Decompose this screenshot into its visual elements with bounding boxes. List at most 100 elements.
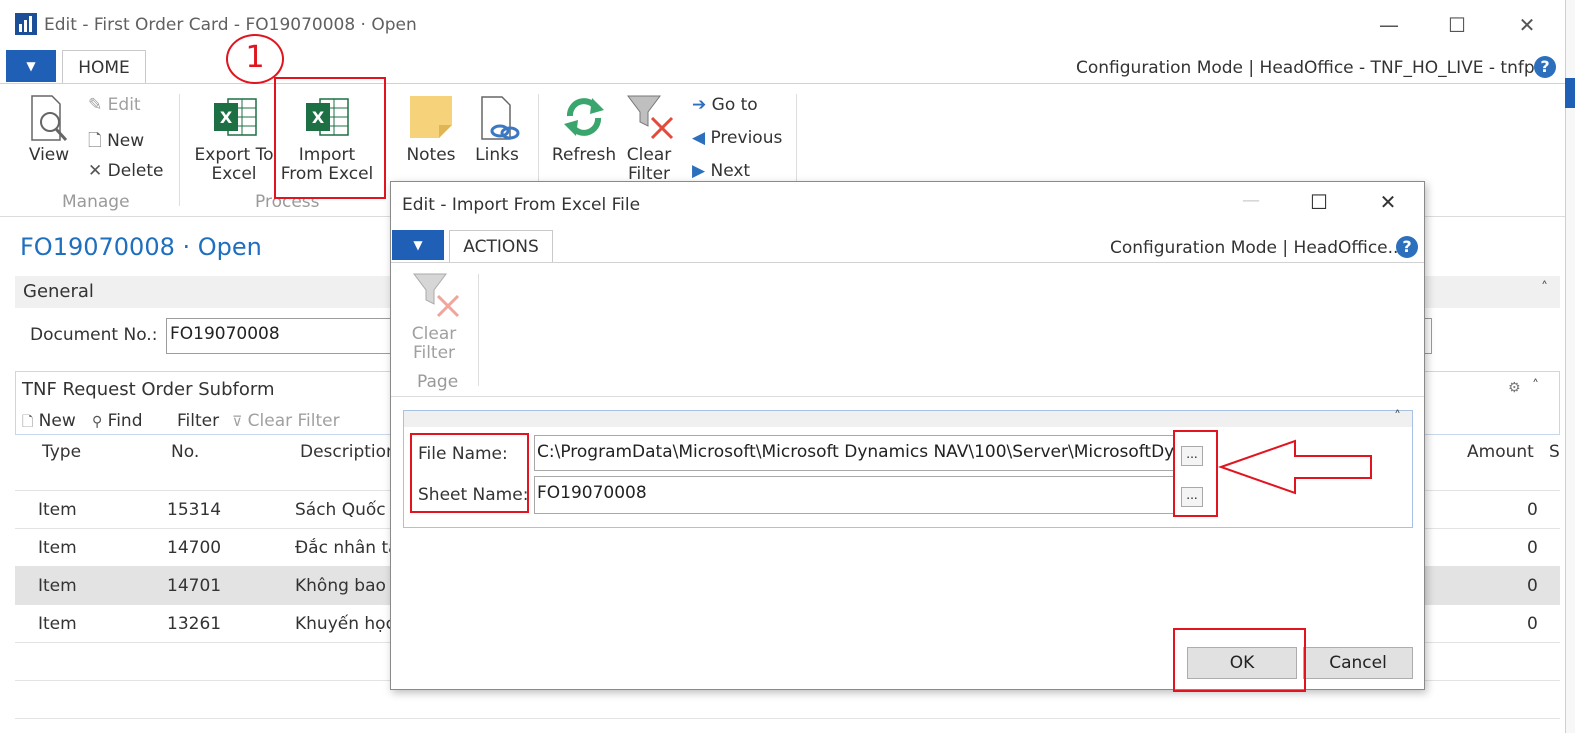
dialog-minimize-button[interactable]: — [1239, 190, 1263, 214]
export-to-excel-button[interactable]: X [212, 95, 258, 139]
excel-icon: X [306, 98, 349, 136]
cell-type: Item [38, 538, 77, 558]
refresh-button[interactable] [562, 96, 606, 138]
edit-icon: ✎ [88, 95, 103, 115]
step-number-badge: 1 [226, 34, 284, 84]
help-icon[interactable]: ? [1534, 56, 1556, 78]
dialog-close-button[interactable]: ✕ [1376, 190, 1400, 214]
binoculars-icon: ⚲ [92, 414, 103, 430]
dialog-maximize-button[interactable]: ☐ [1307, 190, 1331, 214]
new-button[interactable]: 🗋 New [88, 128, 144, 157]
file-name-label: File Name: [418, 444, 508, 464]
annotation-arrow-icon [1217, 439, 1372, 495]
page-title: FO19070008 · Open [20, 233, 262, 261]
minimize-button[interactable]: — [1374, 10, 1404, 40]
cell-type: Item [38, 576, 77, 596]
new-label: New [107, 131, 145, 151]
field-group-header[interactable] [404, 411, 1412, 427]
arrow-right-icon: ➔ [692, 95, 707, 115]
cell-description: Khuyến học [295, 614, 395, 634]
dialog-ribbon-separator [478, 274, 479, 386]
column-header-amount[interactable]: Amount [1467, 442, 1534, 462]
document-no-label: Document No.: [30, 325, 158, 345]
refresh-icon [564, 98, 604, 136]
export-label-line-2: Excel [211, 164, 257, 184]
dialog-menu-button[interactable]: ▼ [392, 230, 444, 260]
manage-group-label: Manage [62, 192, 130, 212]
nav-app-icon [14, 12, 38, 36]
notes-label: Notes [406, 145, 456, 165]
subform-clear-filter-button[interactable]: ⊽ Clear Filter [232, 411, 340, 431]
chevron-up-icon[interactable]: ˄ [1394, 409, 1401, 425]
file-name-browse-button[interactable]: ... [1181, 446, 1203, 466]
dialog-help-icon[interactable]: ? [1396, 236, 1418, 258]
gear-icon[interactable]: ⚙ [1508, 380, 1521, 396]
svg-text:X: X [220, 108, 233, 127]
import-dialog: Edit - Import From Excel File — ☐ ✕ ▼ AC… [390, 181, 1425, 692]
go-to-button[interactable]: ➔ Go to [692, 95, 758, 115]
process-group-label: Process [255, 192, 320, 212]
dialog-clear-filter-button[interactable] [412, 272, 462, 320]
cell-description: Không bao g [295, 576, 403, 596]
subform-clear-filter-label: Clear Filter [247, 411, 340, 431]
subform-new-label: New [38, 411, 76, 431]
dialog-clear-filter-label: Clear Filter [405, 325, 463, 363]
configuration-status: Configuration Mode | HeadOffice - TNF_HO… [1076, 58, 1551, 78]
ribbon-separator [179, 94, 180, 206]
cell-description: Sách Quốc g [295, 500, 402, 520]
clear-filter-icon [627, 95, 674, 140]
clear-filter-label: Clear Filter [618, 146, 680, 184]
edit-label: Edit [107, 95, 141, 115]
cell-no: 14700 [167, 538, 222, 558]
next-button[interactable]: ▶ Next [692, 161, 750, 181]
subform-title: TNF Request Order Subform [22, 379, 275, 400]
links-button[interactable] [478, 95, 522, 143]
triangle-left-icon: ◀ [692, 128, 706, 148]
document-no-field[interactable]: FO19070008 [166, 318, 396, 354]
sheet-name-field[interactable]: FO19070008 [534, 476, 1175, 514]
import-label-line-2: From Excel [280, 164, 374, 184]
window-edge [1565, 0, 1575, 733]
column-header-partial[interactable]: S [1549, 442, 1560, 462]
refresh-label: Refresh [551, 145, 617, 165]
notes-icon [410, 96, 452, 138]
sheet-name-browse-button[interactable]: ... [1181, 487, 1203, 507]
clear-filter-line-1: Clear [626, 145, 672, 165]
links-label: Links [475, 145, 519, 165]
subform-new-button[interactable]: 🗋 New [22, 411, 76, 435]
tab-actions[interactable]: ACTIONS [449, 230, 553, 263]
notes-button[interactable] [409, 95, 453, 139]
window-title: Edit - First Order Card - FO19070008 · O… [44, 15, 417, 35]
import-from-excel-button[interactable]: X [304, 95, 350, 139]
column-header-no[interactable]: No. [171, 442, 199, 462]
dialog-clear-filter-line-2: Filter [412, 343, 456, 363]
clear-filter-button[interactable] [626, 94, 676, 142]
cell-no: 14701 [167, 576, 222, 596]
tab-home[interactable]: HOME [62, 50, 146, 84]
previous-button[interactable]: ◀ Previous [692, 128, 782, 148]
view-button[interactable] [26, 94, 72, 144]
ok-button[interactable]: OK [1187, 647, 1297, 679]
edit-button[interactable]: ✎ Edit [88, 95, 141, 115]
export-label-line-1: Export To [194, 145, 274, 165]
cancel-button[interactable]: Cancel [1303, 647, 1413, 679]
maximize-button[interactable]: ☐ [1442, 10, 1472, 40]
delete-button[interactable]: ✕ Delete [88, 161, 164, 181]
new-icon: 🗋 [22, 414, 34, 430]
close-button[interactable]: ✕ [1512, 10, 1542, 40]
view-label: View [28, 145, 70, 165]
subform-filter-label: Filter [177, 411, 220, 431]
background-window-edge [1565, 78, 1575, 108]
file-name-field[interactable]: C:\ProgramData\Microsoft\Microsoft Dynam… [534, 435, 1175, 471]
dialog-tab-divider [391, 262, 1424, 263]
chevron-up-icon[interactable]: ˄ [1541, 280, 1548, 296]
subform-filter-button[interactable]: Filter [177, 411, 219, 431]
previous-label: Previous [710, 128, 783, 148]
chevron-up-icon[interactable]: ˄ [1532, 378, 1539, 394]
excel-icon: X [214, 98, 257, 136]
column-header-type[interactable]: Type [42, 442, 81, 462]
app-menu-button[interactable]: ▼ [6, 50, 56, 82]
column-header-description[interactable]: Description [300, 442, 397, 462]
sheet-name-label: Sheet Name: [418, 485, 529, 505]
subform-find-button[interactable]: ⚲ Find [92, 411, 143, 431]
